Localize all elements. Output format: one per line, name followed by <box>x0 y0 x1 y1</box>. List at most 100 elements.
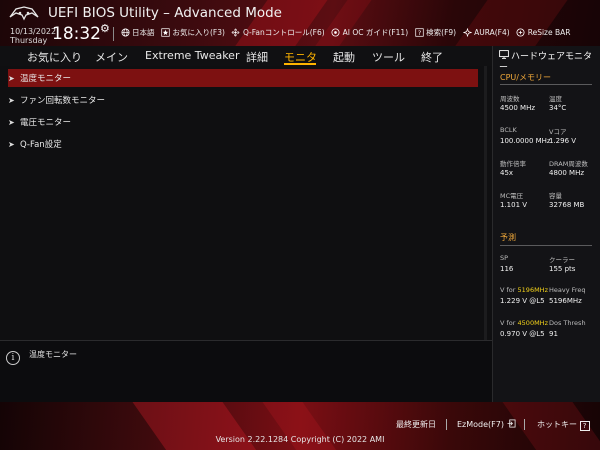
hardware-monitor-panel: ハードウェアモニター CPU/メモリー 周波数 4500 MHz 温度 34°C… <box>492 46 600 402</box>
resize-bar-label: ReSize BAR <box>527 28 571 37</box>
main-scrollbar[interactable] <box>484 66 487 340</box>
footer-bar: 最終更新日 EzMode(F7) ホットキー ? Version 2.22.12… <box>0 402 600 450</box>
section-divider <box>500 245 592 246</box>
v-for-freq2-label: V for 4500MHz <box>500 319 548 327</box>
capacity-value: 32768 MB <box>549 201 585 209</box>
monitor-icon <box>499 50 511 63</box>
header-divider <box>113 27 114 41</box>
tab-boot[interactable]: 起動 <box>333 49 355 65</box>
tab-tool[interactable]: ツール <box>372 49 405 65</box>
hardware-monitor-title-text: ハードウェアモニター <box>499 52 593 73</box>
main-menu-bar: お気に入り メイン Extreme Tweaker 詳細 モニタ 起動 ツール … <box>0 46 492 66</box>
tab-exit[interactable]: 終了 <box>421 49 443 65</box>
quick-links: 日本語 お気に入り(F3) Q-Fanコントロール(F6) AI OC ガイド(… <box>120 27 570 38</box>
qfan-control-button[interactable]: Q-Fanコントロール(F6) <box>231 27 325 38</box>
menu-row-fan-speed-monitor[interactable]: ➤ ファン回転数モニター <box>8 91 105 109</box>
menu-row-qfan-configuration[interactable]: ➤ Q-Fan設定 <box>8 135 62 153</box>
fan-icon <box>231 28 241 38</box>
settings-gear-icon[interactable]: ⚙ <box>100 22 110 35</box>
cpu-frequency-label: 周波数 <box>500 95 520 103</box>
row-label: Q-Fan設定 <box>20 140 62 150</box>
aura-label: AURA(F4) <box>474 28 510 37</box>
resize-bar-button[interactable]: ReSize BAR <box>516 27 571 38</box>
v-for-freq1-label: V for 5196MHz <box>500 286 548 294</box>
row-label: ファン回転数モニター <box>20 96 106 106</box>
chevron-right-icon: ➤ <box>8 117 15 127</box>
favorites-label: お気に入り(F3) <box>172 28 225 37</box>
clock-display: 18:32 <box>52 24 101 44</box>
tab-favorites[interactable]: お気に入り <box>27 49 82 65</box>
row-label: 電圧モニター <box>20 118 72 128</box>
main-panel: ➤ 温度モニター ➤ ファン回転数モニター ➤ 電圧モニター ➤ Q-Fan設定 <box>0 66 492 340</box>
heavy-freq-label: Heavy Freq <box>549 286 586 294</box>
app-title: UEFI BIOS Utility – Advanced Mode <box>48 5 282 21</box>
rog-logo-icon <box>9 6 39 21</box>
copyright-text: Version 2.22.1284 Copyright (C) 2022 AMI <box>215 435 385 444</box>
hotkeys-button[interactable]: ホットキー ? <box>537 419 590 431</box>
mc-voltage-label: MC電圧 <box>500 192 524 200</box>
svg-text:?: ? <box>417 30 420 37</box>
tab-advanced[interactable]: 詳細 <box>246 49 268 65</box>
dram-frequency-label: DRAM周波数 <box>549 160 588 168</box>
v-for-prefix: V for <box>500 319 516 327</box>
last-modified-button[interactable]: 最終更新日 <box>396 419 436 430</box>
tab-extreme-tweaker[interactable]: Extreme Tweaker <box>145 49 239 62</box>
mc-voltage-value: 1.101 V <box>500 201 528 209</box>
ratio-label: 動作倍率 <box>500 160 526 168</box>
weekday-text: Thursday <box>10 36 48 45</box>
ezmode-label: EzMode(F7) <box>457 420 504 429</box>
language-label: 日本語 <box>132 28 155 37</box>
sp-value: 116 <box>500 265 514 273</box>
footer-divider <box>446 419 447 430</box>
header-bar: UEFI BIOS Utility – Advanced Mode 10/13/… <box>0 0 600 46</box>
info-icon: i <box>6 351 20 365</box>
help-text: 温度モニター <box>29 350 77 359</box>
star-icon <box>161 28 171 38</box>
date-text: 10/13/2022 <box>10 27 57 36</box>
cpu-temperature-value: 34°C <box>549 104 567 112</box>
favorites-button[interactable]: お気に入り(F3) <box>161 27 225 38</box>
heavy-freq-value: 5196MHz <box>549 297 582 305</box>
cpu-temperature-label: 温度 <box>549 95 562 103</box>
search-label: 検索(F9) <box>426 28 457 37</box>
v-for-freq1-value: 1.229 V @L5 <box>500 297 545 305</box>
sp-label: SP <box>500 254 509 262</box>
footer-divider <box>524 419 525 430</box>
qfan-control-label: Q-Fanコントロール(F6) <box>242 28 325 37</box>
freq2-highlight: 4500MHz <box>517 319 548 327</box>
menu-row-temperature-monitor[interactable]: ➤ 温度モニター <box>8 69 478 87</box>
ai-icon <box>331 28 341 38</box>
help-question-icon: ? <box>579 421 590 431</box>
help-info-panel: i 温度モニター <box>0 340 492 402</box>
date-display: 10/13/2022 Thursday <box>10 27 56 45</box>
row-label: 温度モニター <box>20 74 72 84</box>
chevron-right-icon: ➤ <box>8 73 15 83</box>
cpu-frequency-value: 4500 MHz <box>500 104 536 112</box>
vcore-value: 1.296 V <box>549 137 577 145</box>
cpu-memory-section-header: CPU/メモリー <box>500 73 551 82</box>
help-icon: ? <box>414 28 424 38</box>
ai-oc-guide-label: AI OC ガイド(F11) <box>342 28 409 37</box>
language-button[interactable]: 日本語 <box>120 27 155 38</box>
ezmode-button[interactable]: EzMode(F7) <box>457 419 516 429</box>
dos-thresh-label: Dos Thresh <box>549 319 586 327</box>
menu-row-voltage-monitor[interactable]: ➤ 電圧モニター <box>8 113 71 131</box>
aura-button[interactable]: AURA(F4) <box>462 27 510 38</box>
cooler-value: 155 pts <box>549 265 576 273</box>
aura-icon <box>462 28 472 38</box>
bclk-value: 100.0000 MHz <box>500 137 551 145</box>
ai-oc-guide-button[interactable]: AI OC ガイド(F11) <box>331 27 408 38</box>
vcore-label: Vコア <box>549 128 567 136</box>
hardware-monitor-title: ハードウェアモニター <box>499 50 599 74</box>
chevron-right-icon: ➤ <box>8 139 15 149</box>
freq1-highlight: 5196MHz <box>517 286 548 294</box>
cooler-label: クーラー <box>549 256 575 264</box>
bclk-label: BCLK <box>500 126 517 134</box>
chevron-right-icon: ➤ <box>8 95 15 105</box>
section-divider <box>500 84 592 85</box>
search-button[interactable]: ? 検索(F9) <box>414 27 456 38</box>
tab-main[interactable]: メイン <box>95 49 128 65</box>
prediction-section-header: 予測 <box>500 233 516 242</box>
capacity-label: 容量 <box>549 192 562 200</box>
hotkeys-label: ホットキー <box>537 420 577 429</box>
